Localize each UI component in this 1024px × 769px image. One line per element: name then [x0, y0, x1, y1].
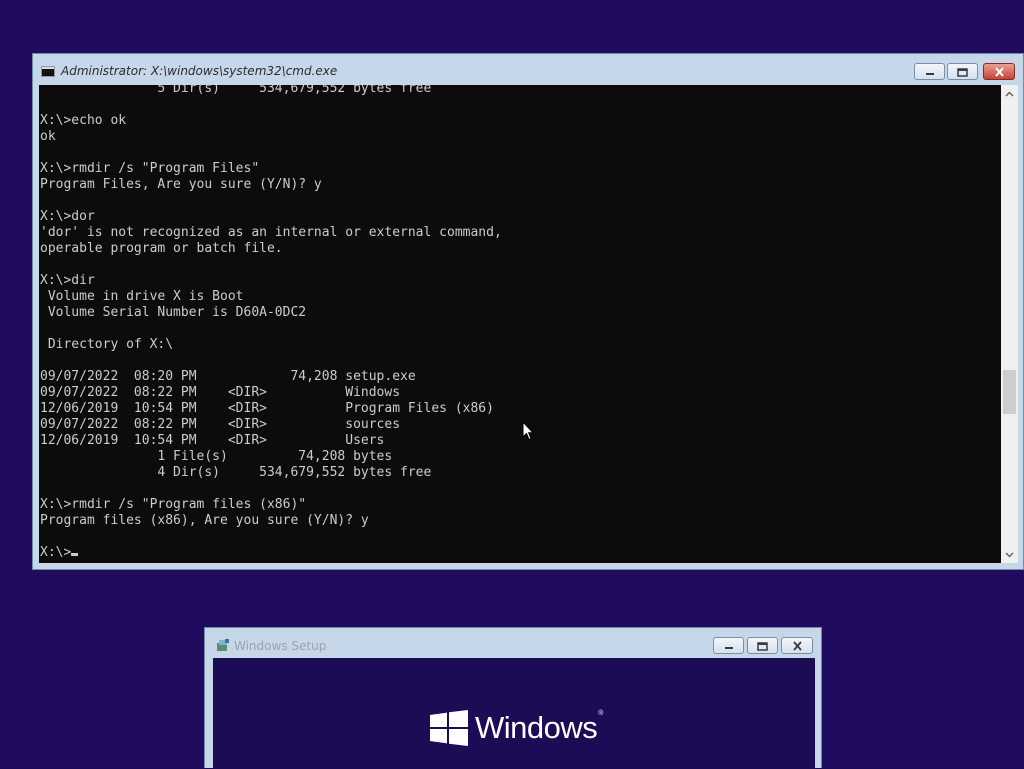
- console-line: 09/07/2022 08:20 PM 74,208 setup.exe: [40, 369, 416, 384]
- console-line: X:\>dir: [40, 273, 95, 288]
- console-line: 12/06/2019 10:54 PM <DIR> Program Files …: [40, 401, 494, 416]
- console-line: Directory of X:\: [47, 337, 174, 352]
- cmd-window-title: Administrator: X:\windows\system32\cmd.e…: [61, 64, 338, 78]
- chevron-up-icon: [1005, 91, 1014, 96]
- console-line: 12/06/2019 10:54 PM <DIR> Users: [40, 433, 385, 448]
- setup-titlebar[interactable]: Windows Setup: [205, 628, 821, 658]
- console-output[interactable]: 5 Dir(s) 534,679,552 bytes free X:\>echo…: [39, 85, 1001, 563]
- scroll-up-button[interactable]: [1001, 85, 1018, 102]
- minimize-icon: [724, 646, 733, 649]
- console-icon: [41, 66, 55, 77]
- console-line: X:\>echo ok: [40, 113, 127, 128]
- console-line: ok: [40, 129, 56, 144]
- chevron-down-icon: [1005, 552, 1014, 557]
- console-line: 4 Dir(s) 534,679,552 bytes free: [157, 465, 432, 480]
- close-icon: [994, 66, 1004, 77]
- console-line: Volume Serial Number is D60A-0DC2: [47, 305, 307, 320]
- windows-logo-text: Windows: [475, 710, 598, 745]
- windows-logo: Windows®: [430, 710, 603, 746]
- console-line: 09/07/2022 08:22 PM <DIR> Windows: [40, 385, 401, 400]
- setup-restore-button[interactable]: [747, 637, 778, 654]
- scrollbar-thumb[interactable]: [1003, 370, 1016, 414]
- close-button[interactable]: [983, 63, 1015, 80]
- vertical-scrollbar[interactable]: [1001, 85, 1018, 563]
- restore-icon: [757, 641, 768, 651]
- console-line: 'dor' is not recognized as an internal o…: [40, 225, 502, 240]
- setup-minimize-button[interactable]: [713, 637, 744, 654]
- setup-window-title: Windows Setup: [234, 639, 327, 653]
- setup-close-button[interactable]: [781, 637, 813, 654]
- close-icon: [792, 640, 802, 651]
- restore-icon: [957, 67, 968, 77]
- text-cursor: [71, 553, 79, 556]
- console-line: 1 File(s) 74,208 bytes: [157, 449, 393, 464]
- setup-icon: [217, 639, 229, 651]
- console-line: Volume in drive X is Boot: [47, 289, 244, 304]
- console-line: X:\>rmdir /s "Program files (x86)": [40, 497, 307, 512]
- setup-content: Windows®: [213, 658, 815, 769]
- console-line: operable program or batch file.: [40, 241, 283, 256]
- console-line: 5 Dir(s) 534,679,552 bytes free: [157, 85, 432, 96]
- console-line: Program files (x86), Are you sure (Y/N)?…: [40, 513, 369, 528]
- mouse-pointer-icon: [522, 421, 534, 441]
- trademark-symbol: ®: [598, 710, 603, 717]
- cmd-window[interactable]: Administrator: X:\windows\system32\cmd.e…: [32, 53, 1024, 570]
- command-prompt: X:\>: [40, 545, 72, 560]
- restore-button[interactable]: [947, 63, 978, 80]
- cmd-titlebar[interactable]: Administrator: X:\windows\system32\cmd.e…: [33, 54, 1023, 84]
- console-line: X:\>rmdir /s "Program Files": [40, 161, 260, 176]
- minimize-icon: [925, 72, 934, 75]
- console-line: Program Files, Are you sure (Y/N)? y: [40, 177, 322, 192]
- scroll-down-button[interactable]: [1001, 546, 1018, 563]
- console-line: 09/07/2022 08:22 PM <DIR> sources: [40, 417, 401, 432]
- desktop-background: Administrator: X:\windows\system32\cmd.e…: [0, 0, 1024, 769]
- windows-setup-window[interactable]: Windows Setup Windows®: [204, 627, 822, 769]
- console-text: 5 Dir(s) 534,679,552 bytes free X:\>echo…: [40, 85, 502, 528]
- windows-logo-icon: [430, 710, 468, 746]
- minimize-button[interactable]: [914, 63, 945, 80]
- console-line: X:\>dor: [40, 209, 95, 224]
